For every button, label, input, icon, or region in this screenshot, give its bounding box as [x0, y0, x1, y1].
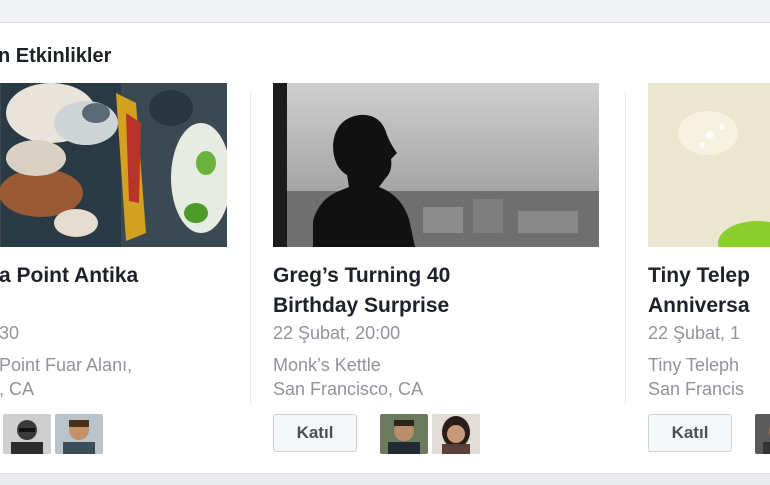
event-title[interactable]: Tiny Telep Anniversa: [648, 261, 770, 321]
attendee-avatar[interactable]: [755, 414, 770, 454]
event-title-line: Greg’s Turning 40: [273, 264, 451, 287]
avatar-photo: [432, 414, 480, 454]
event-title-line: Anniversa: [648, 294, 750, 317]
event-title[interactable]: a Point Antika: [0, 261, 231, 291]
join-button[interactable]: Katıl: [273, 414, 357, 452]
event-card[interactable]: Tiny Telep Anniversa 22 Şubat, 1 Tiny Te…: [648, 83, 770, 463]
event-photo[interactable]: [273, 83, 599, 247]
avatar-photo: [55, 414, 103, 454]
shoes-photo: [0, 83, 227, 247]
event-card[interactable]: a Point Antika 30 Point Fuar Alanı, , CA: [0, 83, 231, 463]
top-strip: [0, 0, 770, 23]
event-venue-line: , CA: [0, 379, 35, 399]
event-photo[interactable]: [648, 83, 770, 247]
event-venue: Point Fuar Alanı, , CA: [0, 353, 132, 401]
event-title[interactable]: Greg’s Turning 40 Birthday Surprise: [273, 261, 603, 321]
event-venue-line: Point Fuar Alanı,: [0, 355, 133, 375]
event-venue: Monk’s Kettle San Francisco, CA: [273, 353, 423, 401]
attendee-avatar[interactable]: [432, 414, 480, 454]
attendee-avatar[interactable]: [380, 414, 428, 454]
event-venue-line: Monk’s Kettle: [273, 355, 381, 375]
card-divider: [625, 93, 626, 403]
event-venue-line: San Francisco, CA: [273, 379, 424, 399]
event-title-line: a Point Antika: [0, 264, 139, 287]
event-card[interactable]: Greg’s Turning 40 Birthday Surprise 22 Ş…: [273, 83, 603, 463]
card-divider: [250, 93, 251, 403]
event-venue: Tiny Teleph San Francis: [648, 353, 744, 401]
avatar-photo: [755, 414, 770, 454]
avatar-photo: [380, 414, 428, 454]
join-button[interactable]: Katıl: [648, 414, 732, 452]
celebration-photo: [648, 83, 770, 247]
events-panel: n Etkinlikler a Point Antika 30 Point Fu…: [0, 22, 770, 474]
event-date: 30: [0, 323, 20, 343]
event-title-line: Tiny Telep: [648, 264, 750, 287]
attendee-avatar[interactable]: [55, 414, 103, 454]
event-date: 22 Şubat, 1: [648, 323, 741, 343]
event-venue-line: San Francis: [648, 379, 745, 399]
event-photo[interactable]: [0, 83, 227, 247]
event-date: 22 Şubat, 20:00: [273, 323, 401, 343]
section-heading: n Etkinlikler: [0, 45, 112, 67]
attendee-avatar[interactable]: [3, 414, 51, 454]
avatar-photo: [3, 414, 51, 454]
event-venue-line: Tiny Teleph: [648, 355, 740, 375]
event-title-line: Birthday Surprise: [273, 294, 450, 317]
silhouette-photo: [273, 83, 599, 247]
